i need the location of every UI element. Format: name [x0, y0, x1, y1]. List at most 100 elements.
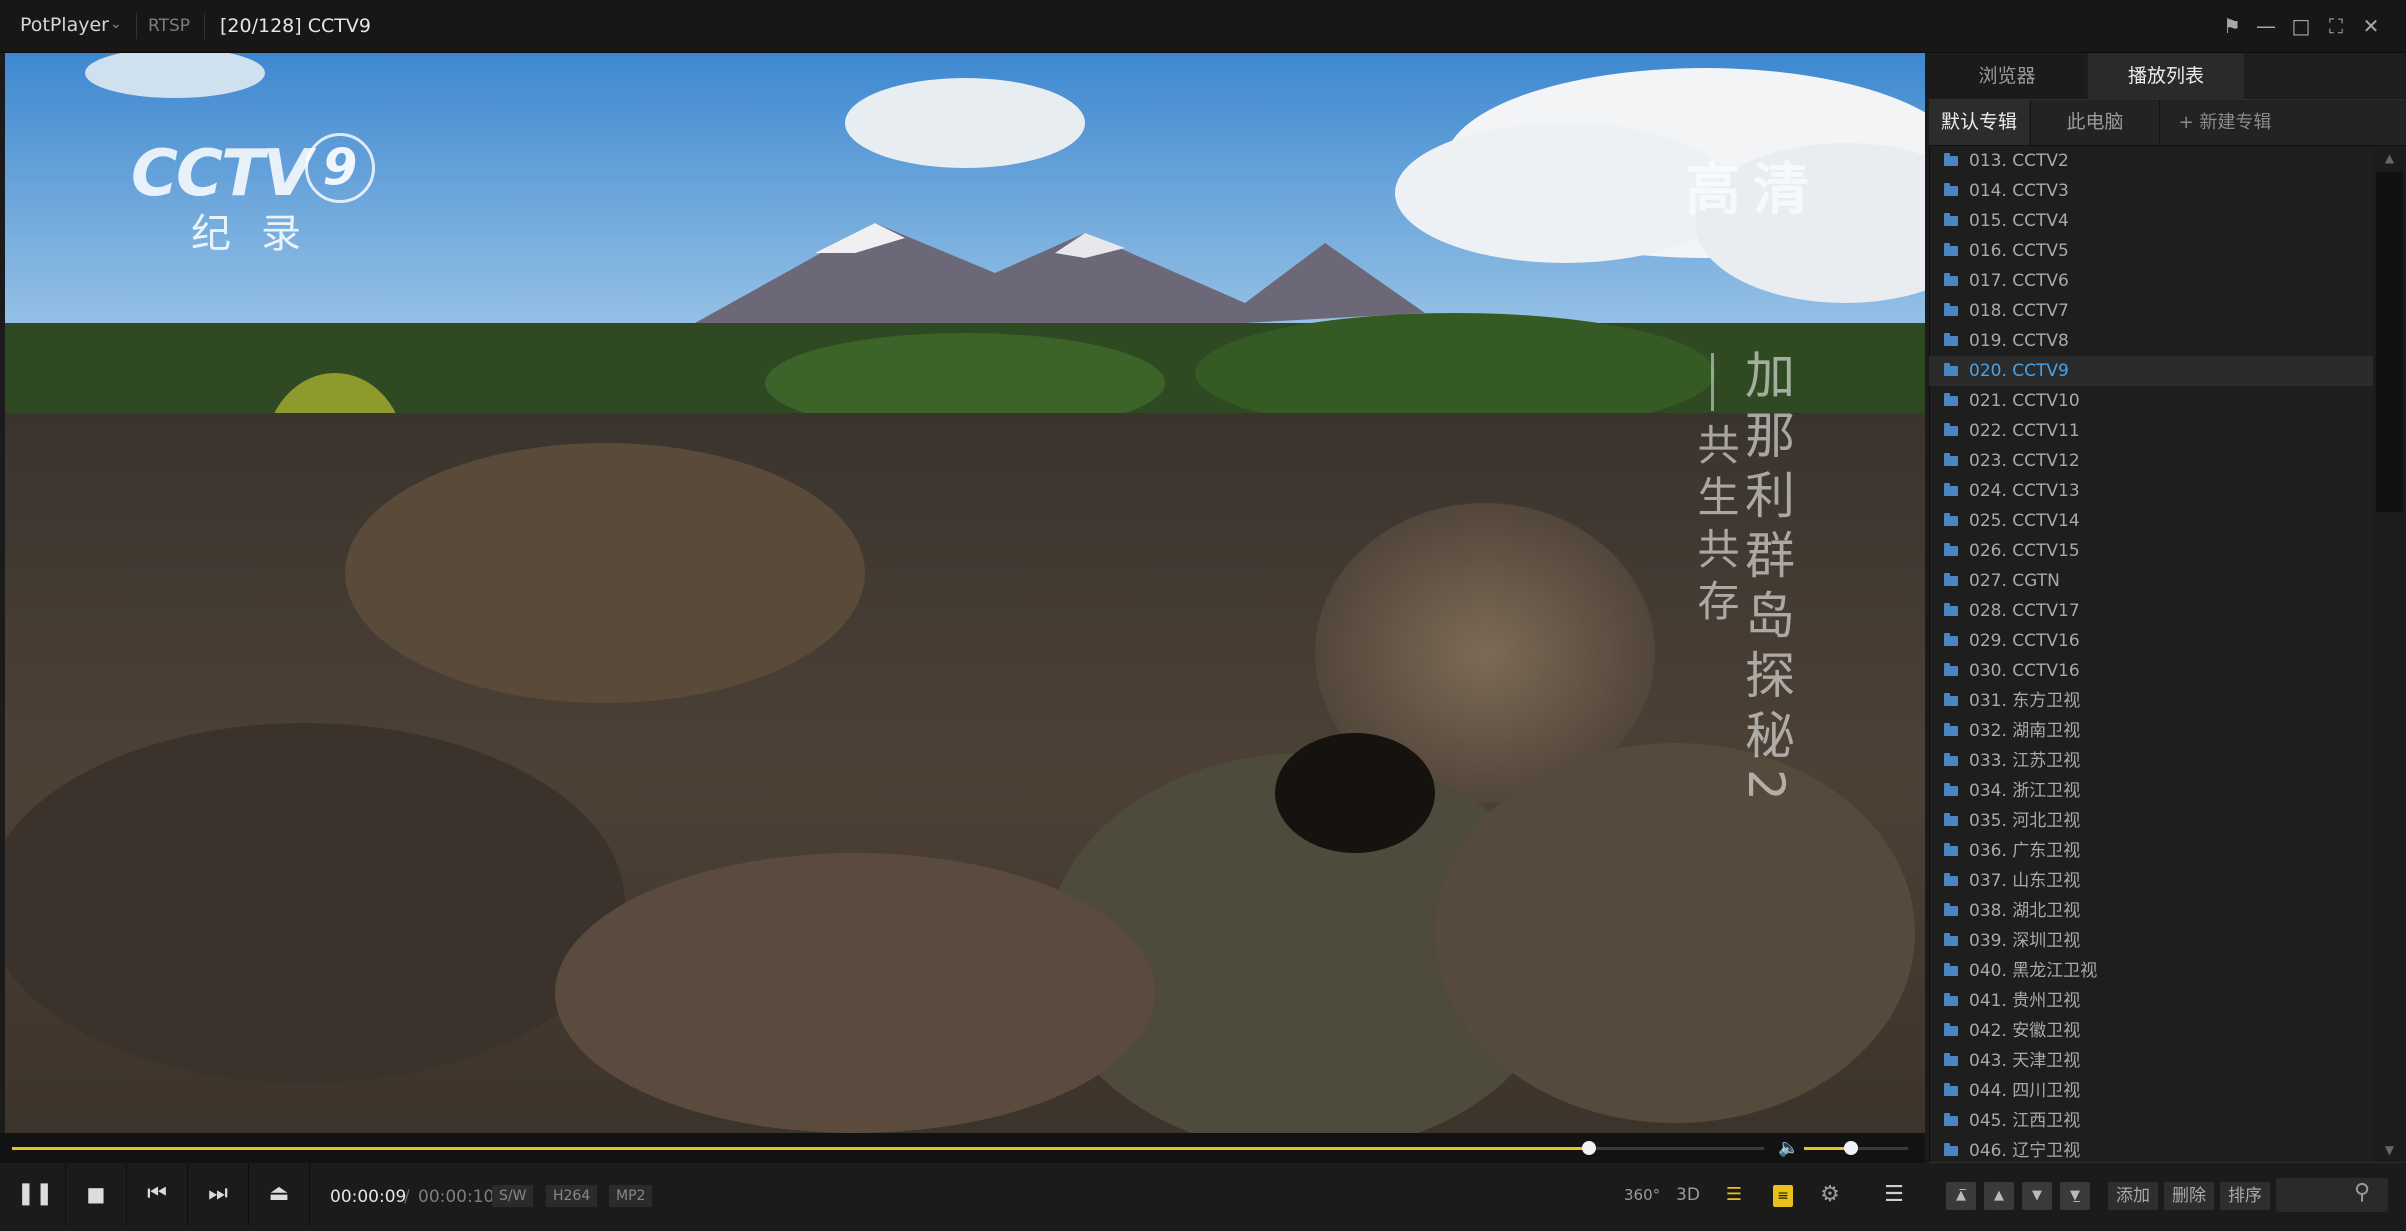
playlist-item[interactable]: 018. CCTV7: [1929, 296, 2373, 326]
stop-button[interactable]: ■: [66, 1163, 127, 1225]
playlist-item[interactable]: 016. CCTV5: [1929, 236, 2373, 266]
close-button[interactable]: ✕: [2357, 12, 2385, 40]
speaker-icon[interactable]: 🔈: [1778, 1138, 1799, 1158]
next-button[interactable]: ⏭: [188, 1163, 249, 1225]
move-top-icon[interactable]: ▲̅: [1946, 1182, 1976, 1210]
playlist-item[interactable]: 034. 浙江卫视: [1929, 776, 2373, 806]
scroll-down-icon[interactable]: ▼: [2373, 1138, 2406, 1162]
previous-button[interactable]: ⏮: [127, 1163, 188, 1225]
playlist-item[interactable]: 032. 湖南卫视: [1929, 716, 2373, 746]
playlist-item[interactable]: 035. 河北卫视: [1929, 806, 2373, 836]
tab-this-pc[interactable]: 此电脑: [2030, 100, 2160, 145]
playlist-item[interactable]: 041. 贵州卫视: [1929, 986, 2373, 1016]
folder-icon: [1944, 633, 1958, 646]
pause-button[interactable]: ❚❚: [5, 1163, 66, 1225]
playlist-item[interactable]: 021. CCTV10: [1929, 386, 2373, 416]
playlist-item[interactable]: 026. CCTV15: [1929, 536, 2373, 566]
playlist-item[interactable]: 042. 安徽卫视: [1929, 1016, 2373, 1046]
playlist-item[interactable]: 038. 湖北卫视: [1929, 896, 2373, 926]
video-codec-badge[interactable]: H264: [546, 1185, 598, 1207]
folder-icon: [1944, 873, 1958, 886]
playlist-item-label: 040. 黑龙江卫视: [1969, 961, 2098, 981]
folder-icon: [1944, 693, 1958, 706]
app-menu[interactable]: PotPlayer: [20, 14, 109, 36]
folder-icon: [1944, 393, 1958, 406]
playlist-item-label: 028. CCTV17: [1969, 601, 2080, 621]
audio-codec-badge[interactable]: MP2: [609, 1185, 653, 1207]
program-subtitle-overlay: 共生共存: [1691, 423, 1740, 631]
playlist-item[interactable]: 023. CCTV12: [1929, 446, 2373, 476]
playlist-item[interactable]: 040. 黑龙江卫视: [1929, 956, 2373, 986]
playlist-item[interactable]: 037. 山东卫视: [1929, 866, 2373, 896]
playlist-item-label: 029. CCTV16: [1969, 631, 2080, 651]
video-frame[interactable]: CCTV 9 纪录 高清 加那利群岛探秘2 共生共存: [5, 53, 1925, 1133]
playlist-item[interactable]: 019. CCTV8: [1929, 326, 2373, 356]
folder-icon: [1944, 423, 1958, 436]
protocol-label: RTSP: [148, 16, 191, 36]
playlist-item[interactable]: 036. 广东卫视: [1929, 836, 2373, 866]
folder-icon: [1944, 1053, 1958, 1066]
seek-thumb[interactable]: [1581, 1141, 1596, 1155]
playlist-item[interactable]: 027. CGTN: [1929, 566, 2373, 596]
tab-playlist[interactable]: 播放列表: [2088, 53, 2244, 99]
volume-thumb[interactable]: [1843, 1141, 1858, 1155]
maximize-button[interactable]: □: [2287, 12, 2315, 40]
playlist-item[interactable]: 014. CCTV3: [1929, 176, 2373, 206]
playlist-item[interactable]: 025. CCTV14: [1929, 506, 2373, 536]
search-icon[interactable]: ⚲: [2354, 1180, 2370, 1205]
chevron-down-icon[interactable]: ⌄: [110, 16, 122, 32]
gear-icon[interactable]: ⚙: [1812, 1178, 1848, 1212]
playlist-item[interactable]: 029. CCTV16: [1929, 626, 2373, 656]
playlist-item-label: 030. CCTV16: [1969, 661, 2080, 681]
playlist-item[interactable]: 024. CCTV13: [1929, 476, 2373, 506]
playlist-item[interactable]: 017. CCTV6: [1929, 266, 2373, 296]
playlist-item-label: 016. CCTV5: [1969, 241, 2069, 261]
tab-browser[interactable]: 浏览器: [1929, 53, 2085, 99]
hd-watermark: 高清: [1685, 158, 1821, 223]
menu-icon[interactable]: ☰: [1876, 1178, 1912, 1212]
add-button[interactable]: 添加: [2108, 1182, 2158, 1210]
move-bottom-icon[interactable]: ▼̲: [2060, 1182, 2090, 1210]
playlist-item[interactable]: 043. 天津卫视: [1929, 1046, 2373, 1076]
folder-icon: [1944, 1113, 1958, 1126]
playlist-item-label: 024. CCTV13: [1969, 481, 2080, 501]
eject-button[interactable]: ⏏: [249, 1163, 310, 1225]
playlist-item-label: 020. CCTV9: [1969, 361, 2069, 381]
decoder-badge[interactable]: S/W: [492, 1185, 534, 1207]
360-icon[interactable]: 360°: [1624, 1178, 1660, 1212]
3d-icon[interactable]: 3D: [1670, 1178, 1706, 1212]
playlist-item-label: 038. 湖北卫视: [1969, 901, 2081, 921]
playlist-item[interactable]: 031. 东方卫视: [1929, 686, 2373, 716]
subtitle-icon[interactable]: ≡: [1765, 1178, 1801, 1212]
folder-icon: [1944, 813, 1958, 826]
playlist-search-input[interactable]: [2276, 1178, 2388, 1212]
playlist-item[interactable]: 030. CCTV16: [1929, 656, 2373, 686]
folder-icon: [1944, 243, 1958, 256]
minimize-button[interactable]: —: [2252, 12, 2280, 40]
move-up-icon[interactable]: ▲: [1984, 1182, 2014, 1210]
scrollbar-thumb[interactable]: [2376, 172, 2403, 512]
fullscreen-button[interactable]: ⛶: [2322, 12, 2350, 40]
new-album-button[interactable]: + 新建专辑: [2160, 100, 2290, 145]
playlist-item[interactable]: 020. CCTV9: [1929, 356, 2373, 386]
playlist-item[interactable]: 022. CCTV11: [1929, 416, 2373, 446]
playlist-item[interactable]: 033. 江苏卫视: [1929, 746, 2373, 776]
scroll-up-icon[interactable]: ▲: [2373, 146, 2406, 170]
tab-default-album[interactable]: 默认专辑: [1929, 100, 2029, 145]
search-subtitle-icon[interactable]: ☰: [1716, 1178, 1752, 1212]
playlist-item[interactable]: 013. CCTV2: [1929, 146, 2373, 176]
playlist-item[interactable]: 044. 四川卫视: [1929, 1076, 2373, 1106]
sort-button[interactable]: 排序: [2220, 1182, 2270, 1210]
playlist-item[interactable]: 039. 深圳卫视: [1929, 926, 2373, 956]
delete-button[interactable]: 删除: [2164, 1182, 2214, 1210]
folder-icon: [1944, 933, 1958, 946]
pin-icon[interactable]: ⚑: [2218, 12, 2246, 40]
playlist-item[interactable]: 028. CCTV17: [1929, 596, 2373, 626]
playlist-item[interactable]: 046. 辽宁卫视: [1929, 1136, 2373, 1162]
folder-icon: [1944, 963, 1958, 976]
playlist-item-label: 041. 贵州卫视: [1969, 991, 2081, 1011]
playlist-item[interactable]: 015. CCTV4: [1929, 206, 2373, 236]
playlist-item-label: 031. 东方卫视: [1969, 691, 2081, 711]
playlist-item[interactable]: 045. 江西卫视: [1929, 1106, 2373, 1136]
move-down-icon[interactable]: ▼: [2022, 1182, 2052, 1210]
